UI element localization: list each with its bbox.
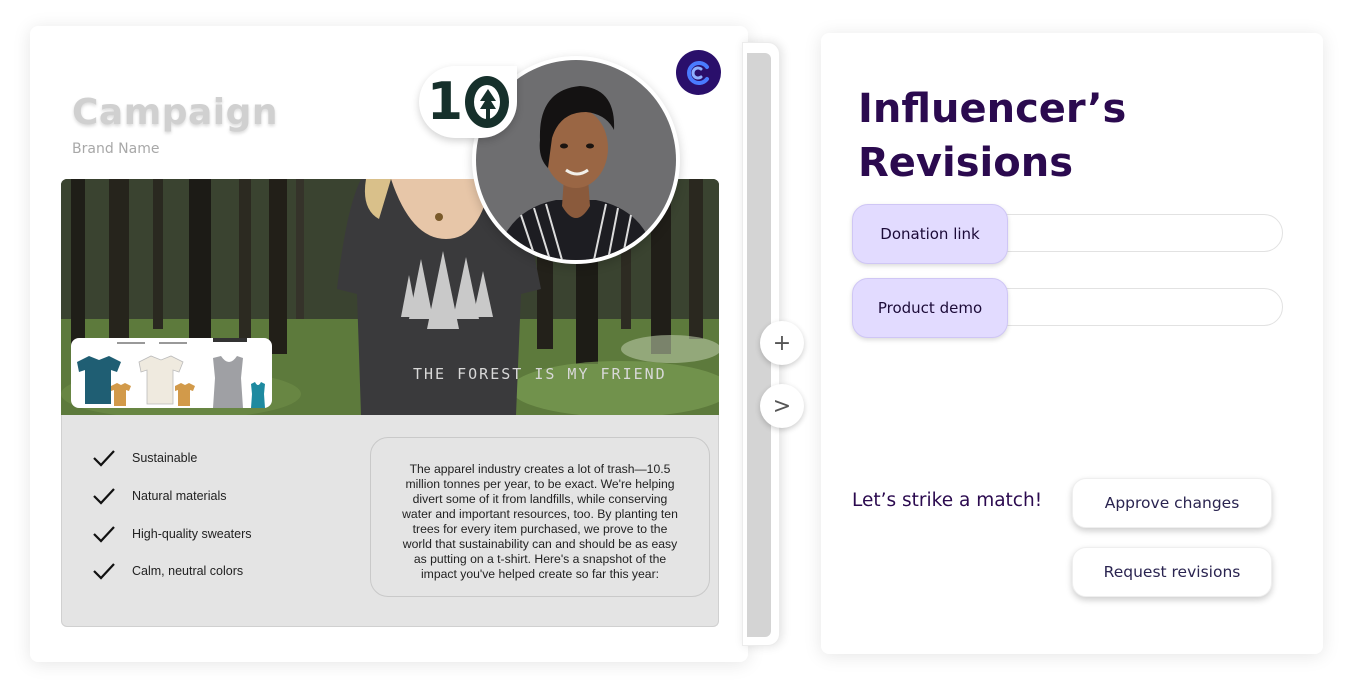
check-icon — [93, 526, 115, 543]
feature-item: Calm, neutral colors — [92, 561, 243, 581]
revision-row: Donation link — [852, 204, 1283, 266]
campaign-description: The apparel industry creates a lot of tr… — [370, 437, 710, 597]
svg-text:THE FOREST IS MY FRIEND: THE FOREST IS MY FRIEND — [413, 365, 667, 383]
brand-logo-one: 1 — [426, 72, 464, 132]
feature-label: Calm, neutral colors — [132, 564, 244, 578]
check-icon — [93, 450, 115, 467]
revision-input[interactable] — [972, 288, 1283, 326]
check-icon — [93, 563, 115, 580]
match-text: Let’s strike a match! — [852, 490, 1043, 511]
revision-row: Product demo — [852, 278, 1283, 340]
campaign-title: Campaign — [72, 92, 279, 133]
feature-label: Natural materials — [132, 489, 227, 503]
request-revisions-button[interactable]: Request revisions — [1072, 547, 1272, 597]
check-icon — [93, 488, 115, 505]
revisions-title: Influencer’s Revisions — [858, 86, 1127, 186]
brand-name: Brand Name — [72, 141, 160, 157]
product-thumbnails[interactable] — [71, 338, 272, 408]
add-button[interactable]: + — [760, 321, 804, 365]
shirt-print-text: THE FOREST IS MY FRIEND — [413, 365, 667, 383]
revision-input[interactable] — [972, 214, 1283, 252]
revision-chip-donation-link[interactable]: Donation link — [852, 204, 1008, 264]
brand-logo-icon: 10 1 — [419, 66, 517, 138]
feature-label: Sustainable — [132, 451, 198, 465]
brand-logo-zero — [465, 76, 510, 128]
feature-label: High-quality sweaters — [132, 527, 252, 541]
plus-icon: + — [772, 330, 792, 356]
revision-chip-product-demo[interactable]: Product demo — [852, 278, 1008, 338]
chevron-right-icon: > — [772, 393, 792, 419]
feature-item: Natural materials — [92, 486, 226, 506]
feature-item: Sustainable — [92, 448, 197, 468]
approve-changes-button[interactable]: Approve changes — [1072, 478, 1272, 528]
feature-item: High-quality sweaters — [92, 524, 252, 544]
app-logo-icon[interactable] — [676, 50, 721, 95]
next-button[interactable]: > — [760, 384, 804, 428]
